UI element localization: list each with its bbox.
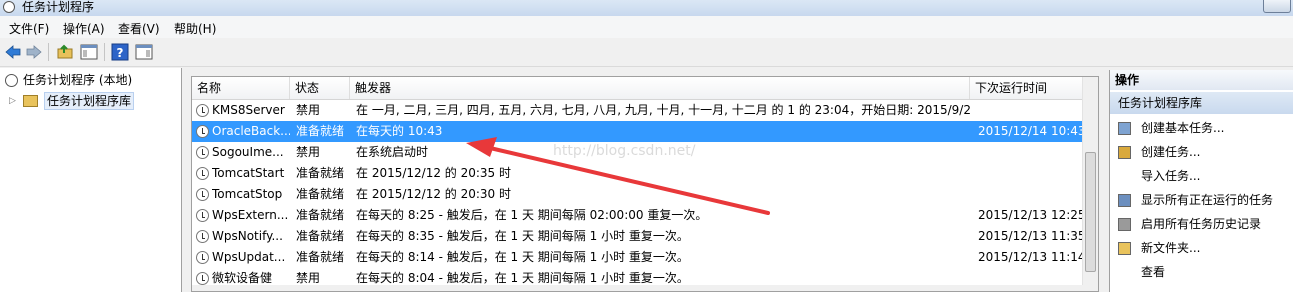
action-section-title[interactable]: 任务计划程序库 [1110, 92, 1293, 114]
action-pane: 操作 任务计划程序库 创建基本任务... 创建任务... 导入任务... 显示所有正在… [1109, 70, 1293, 292]
create-task-icon [1118, 146, 1131, 159]
action-label: 创建任务... [1141, 145, 1201, 159]
action-item[interactable]: 新文件夹... [1110, 237, 1293, 260]
action-item[interactable]: 查看 [1110, 261, 1293, 284]
action-label: 启用所有任务历史记录 [1141, 217, 1262, 231]
action-item[interactable]: 显示所有正在运行的任务 [1110, 189, 1293, 212]
annotation-arrow [466, 137, 770, 215]
action-label: 创建基本任务... [1141, 121, 1225, 135]
action-label: 导入任务... [1141, 169, 1201, 183]
action-label: 新文件夹... [1141, 241, 1201, 255]
create-basic-task-icon [1118, 122, 1131, 135]
action-item[interactable]: 创建任务... [1110, 141, 1293, 164]
action-item[interactable]: 创建基本任务... [1110, 117, 1293, 140]
new-folder-icon [1118, 242, 1131, 255]
action-label: 查看 [1141, 265, 1166, 279]
show-running-tasks-icon [1118, 194, 1131, 207]
action-item[interactable]: 导入任务... [1110, 165, 1293, 188]
enable-history-icon [1118, 218, 1131, 231]
action-label: 显示所有正在运行的任务 [1141, 193, 1274, 207]
action-pane-header: 操作 [1110, 70, 1293, 90]
action-item[interactable]: 启用所有任务历史记录 [1110, 213, 1293, 236]
